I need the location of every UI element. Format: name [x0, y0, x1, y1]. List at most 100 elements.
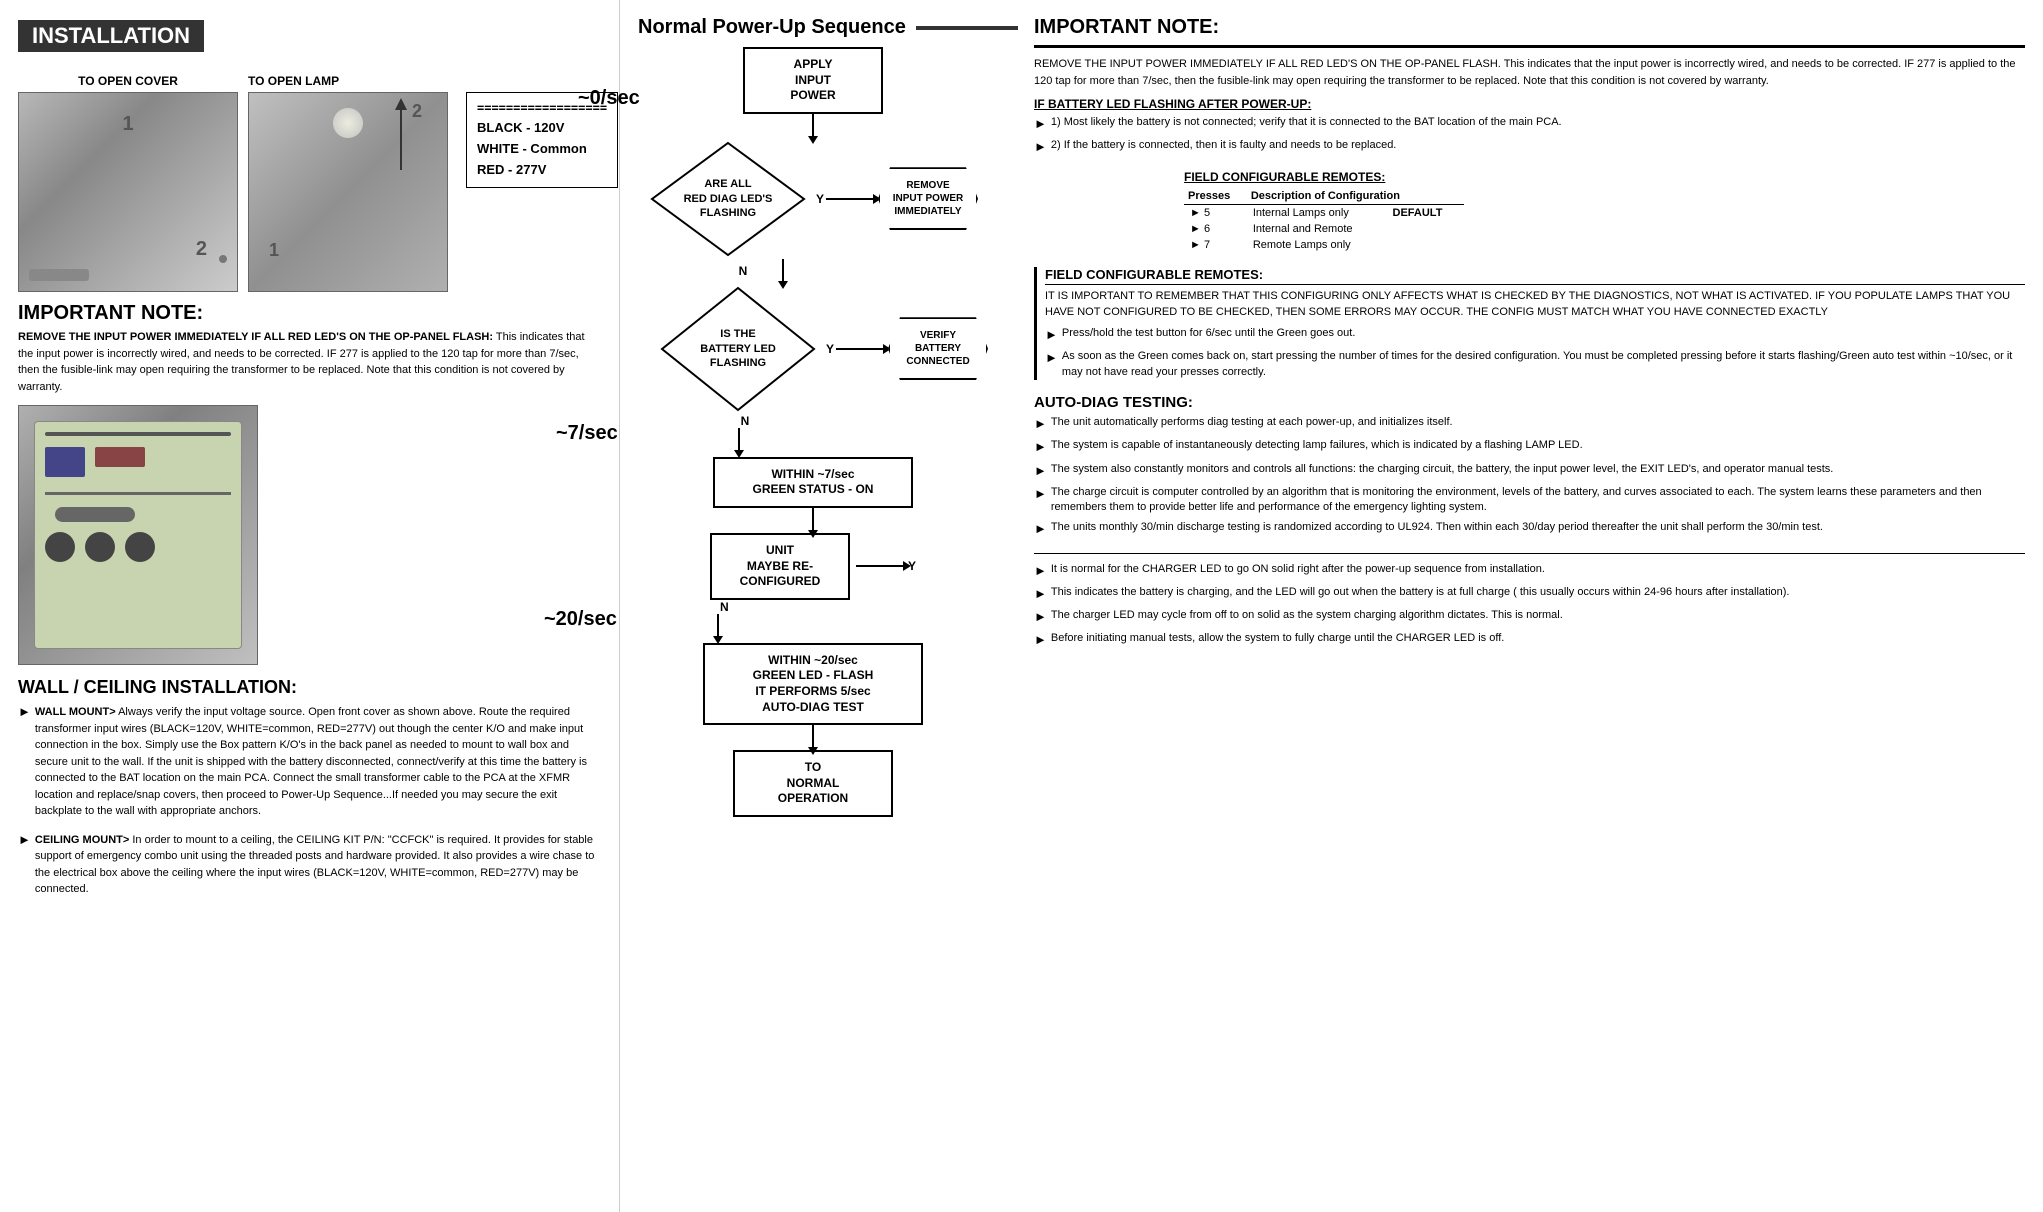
remotes-presses-6: ► 6 [1184, 221, 1247, 237]
n-arrow-1-row: N [578, 259, 988, 284]
apply-power-row: APPLY INPUT POWER [638, 47, 988, 114]
important-note-left: IMPORTANT NOTE: REMOVE THE INPUT POWER I… [18, 302, 601, 395]
transformer-white: WHITE - Common [477, 139, 607, 160]
auto-diag-item-3: ► The system also constantly monitors an… [1034, 462, 2025, 480]
auto-diag-item-4: ► The charge circuit is computer control… [1034, 485, 2025, 516]
remotes-presses-7: ► 7 [1184, 237, 1247, 253]
auto-diag-title: AUTO-DIAG TESTING: [1034, 394, 2025, 411]
page: INSTALLATION TO OPEN COVER 1 2 [0, 0, 2043, 1212]
auto-diag-5-text: The units monthly 30/min discharge testi… [1051, 520, 1823, 538]
important-note-body-left: REMOVE THE INPUT POWER IMMEDIATELY IF AL… [18, 329, 601, 395]
n-label-3: N [720, 600, 729, 614]
n-arrow-3 [717, 614, 719, 639]
wall-mount-label: WALL MOUNT> [35, 706, 116, 718]
n-arrow-2 [738, 428, 740, 453]
lamp-col: TO OPEN LAMP 2 1 ================ [248, 74, 618, 292]
install-title: INSTALLATION [18, 20, 204, 52]
is-battery-row: IS THEBATTERY LEDFLASHING Y VERIFYBATTER… [638, 284, 988, 414]
remotes-table: Presses Description of Configuration ► 5… [1184, 188, 1464, 253]
important-note-title-left: IMPORTANT NOTE: [18, 302, 601, 325]
verify-battery-box: VERIFYBATTERYCONNECTED [888, 317, 988, 380]
left-panel: INSTALLATION TO OPEN COVER 1 2 [0, 0, 620, 1212]
unit-maybe-box: UNIT MAYBE RE- CONFIGURED [710, 533, 850, 600]
remotes-col-desc: Description of Configuration [1247, 188, 1464, 205]
important-note-bold: REMOVE THE INPUT POWER IMMEDIATELY IF AL… [18, 331, 493, 343]
flow-area: Normal Power-Up Sequence ~0/sec APPLY IN… [638, 16, 1018, 1196]
arrow3 [812, 508, 814, 533]
remotes-col-presses: Presses [1184, 188, 1247, 205]
flowchart: ~0/sec APPLY INPUT POWER [638, 47, 988, 817]
info-area: IMPORTANT NOTE: REMOVE THE INPUT POWER I… [1034, 16, 2025, 1196]
cover-label: TO OPEN COVER [18, 74, 238, 88]
bottom-bullet-3: ► The charger LED may cycle from off to … [1034, 608, 2025, 626]
wall-bullet-arrow: ► [18, 704, 31, 826]
arrow4 [812, 725, 814, 750]
important-note-body-right: REMOVE THE INPUT POWER IMMEDIATELY IF AL… [1034, 56, 2025, 89]
bottom-3-text: The charger LED may cycle from off to on… [1051, 608, 1563, 626]
normal-op-row: TO NORMAL OPERATION [638, 750, 988, 817]
twenty-sec-row: ~20/sec N [638, 600, 988, 639]
arrow1 [812, 114, 814, 139]
auto-diag-3-text: The system also constantly monitors and … [1051, 462, 1833, 480]
right-panel: Normal Power-Up Sequence ~0/sec APPLY IN… [620, 0, 2043, 1212]
wall-section: WALL / CEILING INSTALLATION: ► WALL MOUN… [18, 677, 601, 904]
remotes-presses-5: ► 5 [1184, 205, 1247, 222]
if-battery-title: IF BATTERY LED FLASHING AFTER POWER-UP: [1034, 97, 2025, 111]
battery-item-2: ► 2) If the battery is connected, then i… [1034, 138, 2025, 156]
field-config-note: IT IS IMPORTANT TO REMEMBER THAT THIS CO… [1045, 289, 2025, 320]
remotes-note-5: DEFAULT [1387, 205, 1464, 222]
time-zero: ~0/sec [578, 87, 640, 110]
auto-diag-2-text: The system is capable of instantaneously… [1051, 438, 1583, 456]
important-note-title-right: IMPORTANT NOTE: [1034, 16, 2025, 39]
interior-image-row [18, 405, 601, 665]
wall-ceiling-title: WALL / CEILING INSTALLATION: [18, 677, 601, 698]
bottom-bullet-1: ► It is normal for the CHARGER LED to go… [1034, 562, 2025, 580]
flow-title: Normal Power-Up Sequence [638, 16, 906, 39]
n-arrow-1 [782, 259, 784, 284]
field-config-item-2: ► As soon as the Green comes back on, st… [1045, 349, 2025, 380]
battery-item-1-text: 1) Most likely the battery is not connec… [1051, 115, 1562, 133]
n-label-2: N [741, 414, 750, 428]
auto-diag-item-2: ► The system is capable of instantaneous… [1034, 438, 2025, 456]
auto-diag-item-5: ► The units monthly 30/min discharge tes… [1034, 520, 2025, 538]
bottom-1-text: It is normal for the CHARGER LED to go O… [1051, 562, 1545, 580]
normal-op-box: TO NORMAL OPERATION [733, 750, 893, 817]
seven-sec-row: ~7/sec N [638, 414, 988, 453]
within-20-row: WITHIN ~20/sec GREEN LED - FLASH IT PERF… [638, 643, 988, 725]
n-label-1: N [739, 264, 748, 278]
unit-maybe-row: UNIT MAYBE RE- CONFIGURED Y [638, 533, 988, 600]
field-config-item-2-text: As soon as the Green comes back on, star… [1062, 349, 2025, 380]
are-all-diamond: ARE ALLRED DIAG LED'SFLASHING [648, 139, 808, 259]
ceiling-mount-label: CEILING MOUNT> [35, 834, 129, 846]
battery-item-2-text: 2) If the battery is connected, then it … [1051, 138, 1397, 156]
apply-power-box: APPLY INPUT POWER [743, 47, 883, 114]
time-seven: ~7/sec [556, 422, 618, 445]
wall-mount-item: ► WALL MOUNT> Always verify the input vo… [18, 704, 601, 826]
ceiling-mount-text: CEILING MOUNT> In order to mount to a ce… [35, 832, 601, 898]
field-config-title-right: FIELD CONFIGURABLE REMOTES: [1184, 170, 2025, 184]
bottom-bullet-2: ► This indicates the battery is charging… [1034, 585, 2025, 603]
transformer-black: BLACK - 120V [477, 118, 607, 139]
within-20-box: WITHIN ~20/sec GREEN LED - FLASH IT PERF… [703, 643, 923, 725]
top-install-row: TO OPEN COVER 1 2 TO OPEN LAMP 2 [18, 74, 601, 292]
wall-mount-text: WALL MOUNT> Always verify the input volt… [35, 704, 601, 820]
within-7-row: WITHIN ~7/sec GREEN STATUS - ON [638, 457, 988, 508]
are-all-y-arrow: Y REMOVEINPUT POWERIMMEDIATELY [816, 167, 978, 230]
are-all-row: ARE ALLRED DIAG LED'SFLASHING Y REMOVEIN… [638, 139, 988, 259]
bottom-bullet-4: ► Before initiating manual tests, allow … [1034, 631, 2025, 649]
y-label-2: Y [826, 342, 834, 356]
lamp-image: 2 1 [248, 92, 448, 292]
cover-image: 1 2 [18, 92, 238, 292]
field-config-main-title: FIELD CONFIGURABLE REMOTES: [1045, 267, 2025, 285]
is-battery-y-arrow: Y VERIFYBATTERYCONNECTED [826, 317, 988, 380]
cover-image-col: TO OPEN COVER 1 2 [18, 74, 238, 292]
bottom-2-text: This indicates the battery is charging, … [1051, 585, 1790, 603]
ceiling-mount-item: ► CEILING MOUNT> In order to mount to a … [18, 832, 601, 904]
wall-mount-body: Always verify the input voltage source. … [35, 706, 587, 817]
field-config-right: FIELD CONFIGURABLE REMOTES: Presses Desc… [1184, 170, 2025, 253]
auto-diag-1-text: The unit automatically performs diag tes… [1051, 415, 1453, 433]
field-config-item-1-text: Press/hold the test button for 6/sec unt… [1062, 326, 1356, 344]
remotes-row-6: ► 6 Internal and Remote [1184, 221, 1464, 237]
unit-y-arrow: Y [856, 559, 916, 573]
remotes-desc-5: Internal Lamps only [1247, 205, 1387, 222]
